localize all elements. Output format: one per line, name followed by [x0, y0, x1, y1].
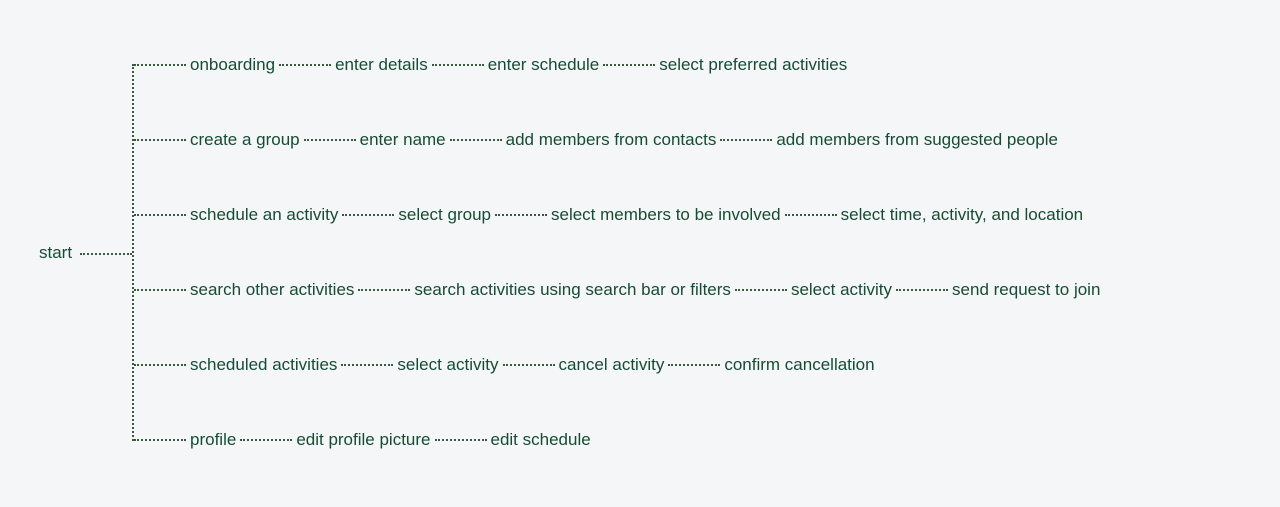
node-label: enter details — [331, 55, 432, 75]
node-label: search activities using search bar or fi… — [410, 280, 735, 300]
connector-segment — [279, 64, 331, 66]
root-node: start — [35, 243, 76, 263]
connector-segment — [134, 364, 186, 366]
connector-segment — [450, 139, 502, 141]
connector-segment — [341, 364, 393, 366]
connector-segment — [435, 439, 487, 441]
node-label: edit schedule — [487, 430, 595, 450]
node-label: enter schedule — [484, 55, 604, 75]
node-label: cancel activity — [555, 355, 669, 375]
connector-segment — [134, 64, 186, 66]
connector-segment — [342, 214, 394, 216]
node-label: onboarding — [186, 55, 279, 75]
node-label: select activity — [393, 355, 502, 375]
connector-segment — [134, 289, 186, 291]
connector-segment — [432, 64, 484, 66]
node-label: confirm cancellation — [720, 355, 878, 375]
branch-row: search other activities search activities… — [134, 280, 1104, 300]
branch-row: create a group enter name add members from… — [134, 130, 1062, 150]
branch-row: scheduled activities select activity cance… — [134, 355, 879, 375]
connector-segment — [896, 289, 948, 291]
connector-segment — [358, 289, 410, 291]
node-label: schedule an activity — [186, 205, 342, 225]
connector-segment — [134, 214, 186, 216]
branch-row: schedule an activity select group select m… — [134, 205, 1087, 225]
node-label: create a group — [186, 130, 304, 150]
node-label: add members from suggested people — [772, 130, 1062, 150]
connector-segment — [495, 214, 547, 216]
node-label: select time, activity, and location — [837, 205, 1088, 225]
root-connector — [80, 253, 132, 255]
node-label: select preferred activities — [655, 55, 851, 75]
node-label: start — [35, 243, 76, 262]
node-label: edit profile picture — [292, 430, 434, 450]
connector-segment — [304, 139, 356, 141]
node-label: scheduled activities — [186, 355, 341, 375]
connector-segment — [503, 364, 555, 366]
node-label: add members from contacts — [502, 130, 721, 150]
connector-segment — [720, 139, 772, 141]
connector-segment — [785, 214, 837, 216]
connector-segment — [240, 439, 292, 441]
node-label: enter name — [356, 130, 450, 150]
connector-segment — [603, 64, 655, 66]
tree-spine — [132, 64, 134, 441]
node-label: select activity — [787, 280, 896, 300]
node-label: send request to join — [948, 280, 1104, 300]
node-label: select members to be involved — [547, 205, 785, 225]
node-label: select group — [394, 205, 495, 225]
connector-segment — [735, 289, 787, 291]
connector-segment — [134, 439, 186, 441]
node-label: search other activities — [186, 280, 358, 300]
branch-row: profile edit profile picture edit schedule — [134, 430, 595, 450]
node-label: profile — [186, 430, 240, 450]
connector-segment — [134, 139, 186, 141]
connector-segment — [668, 364, 720, 366]
branch-row: onboarding enter details enter schedule sel… — [134, 55, 851, 75]
